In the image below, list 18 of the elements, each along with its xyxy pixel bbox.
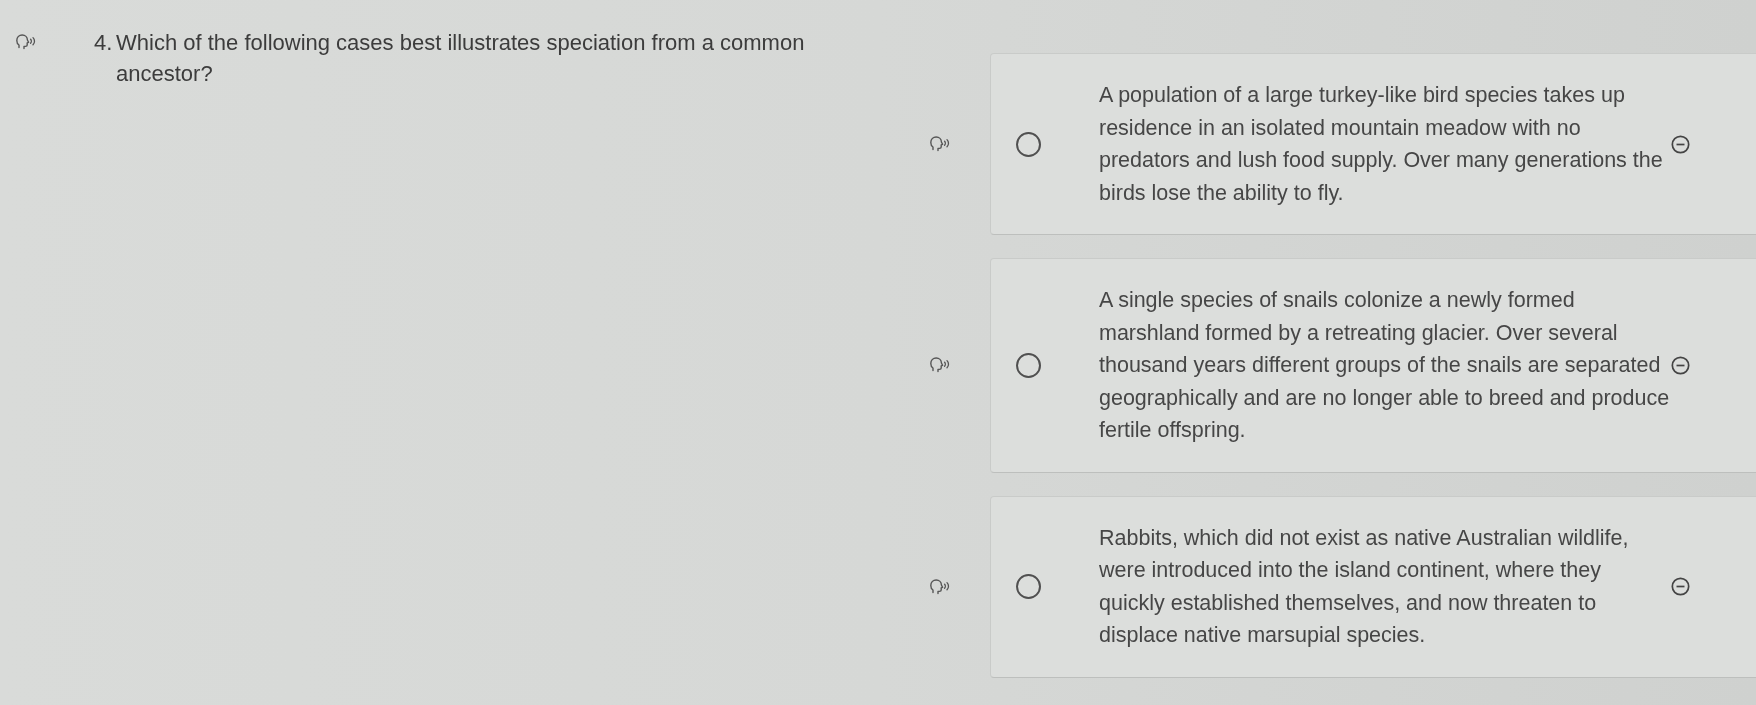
answer-option-text: Rabbits, which did not exist as native Australian wildlife, were introduced into the island continent, where they quickly established themselves, and now threaten to displace native marsupial species. [1099,524,1630,649]
minus-circle-icon[interactable] [1671,355,1690,375]
speaking-head-icon[interactable] [930,357,952,374]
speaking-head-icon[interactable] [930,578,952,595]
speaking-head-icon[interactable] [930,136,952,152]
answer-option-text: A single species of snails colonize a newly formed marshland formed by a retreating glacier. Over several thousand years different groups of the snails are separated geographically and are no longer able to breed and produce fertile offspring. [1099,287,1671,444]
question-number: 4. [94,29,114,57]
answer-option-card[interactable]: A population of a large turkey-like bird species takes up residence in an isolated mountain meadow with no predators and lush food supply. Over many generations the birds lose the ability to fly. [990,53,1756,235]
answer-option-card[interactable] [990,258,1756,473]
minus-circle-icon[interactable] [1671,134,1690,154]
radio-button[interactable] [1016,131,1041,157]
speaking-head-icon[interactable] [16,34,38,50]
answer-option-card[interactable]: Rabbits, which did not exist as native Australian wildlife, were introduced into the island continent, where they quickly established themselves, and now threaten to displace native marsupial species. [990,495,1756,678]
answer-option-text: A population of a large turkey-like bird species takes up residence in an isolated mountain meadow with no predators and lush food supply. Over many generations the birds lose the ability to fly. [1099,82,1664,207]
question-text: Which of the following cases best illustrates speciation from a common ancestor? [116,29,806,88]
radio-button[interactable] [1016,352,1041,378]
minus-circle-icon[interactable] [1671,577,1690,596]
radio-button[interactable] [1016,574,1041,599]
